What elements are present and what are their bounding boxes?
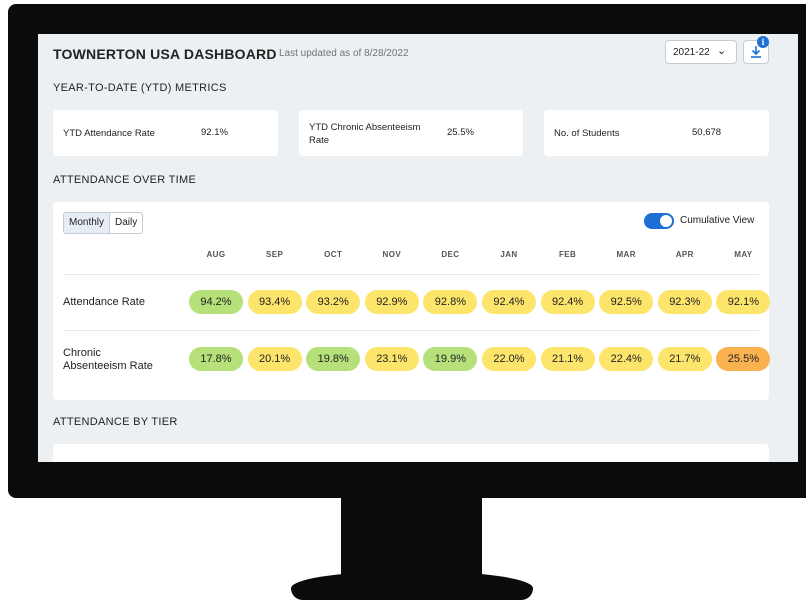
info-icon[interactable]: i xyxy=(757,36,769,48)
month-header-feb: FEB xyxy=(558,250,577,259)
ytd-attendance-value: 92.1% xyxy=(201,127,228,138)
chronic-absenteeism-pill-may: 25.5% xyxy=(716,347,771,371)
month-header-oct: OCT xyxy=(324,250,343,259)
chronic-absenteeism-pill-oct: 19.8% xyxy=(306,347,361,371)
month-header-nov: NOV xyxy=(382,250,402,259)
ytd-attendance-label: YTD Attendance Rate xyxy=(63,128,155,139)
month-header-mar: MAR xyxy=(616,250,636,259)
chevron-down-icon: ⌄ xyxy=(717,45,727,57)
ytd-chronic-label-line2: Rate xyxy=(309,135,330,146)
view-toggle: Monthly Daily xyxy=(63,212,144,234)
month-header-dec: DEC xyxy=(441,250,460,259)
month-header-sep: SEP xyxy=(265,250,284,259)
row-divider xyxy=(63,274,759,275)
switch-knob xyxy=(660,215,672,227)
chronic-label-line2: Absenteeism Rate xyxy=(63,360,153,372)
monitor-stand-neck xyxy=(341,497,482,579)
attendance-rate-label-text: Attendance Rate xyxy=(63,296,145,308)
chronic-absenteeism-pill-feb: 21.1% xyxy=(540,347,595,371)
attendance-rate-pill-mar: 92.5% xyxy=(599,290,654,314)
page-title: TOWNERTON USA DASHBOARD xyxy=(53,46,277,62)
chronic-absenteeism-pill-jan: 22.0% xyxy=(482,347,536,371)
last-updated-text: Last updated as of 8/28/2022 xyxy=(279,48,409,59)
attendance-rate-pill-feb: 92.4% xyxy=(540,290,595,314)
view-toggle-monthly[interactable]: Monthly xyxy=(64,213,111,233)
attendance-rate-pill-oct: 93.2% xyxy=(306,290,361,314)
chronic-absenteeism-label: Chronic Absenteeism Rate xyxy=(63,347,153,373)
attendance-by-tier-title: ATTENDANCE BY TIER xyxy=(53,416,178,428)
chronic-absenteeism-pill-aug: 17.8% xyxy=(189,347,243,371)
row-divider xyxy=(63,330,759,331)
ytd-attendance-card: YTD Attendance Rate 92.1% xyxy=(53,110,278,156)
view-toggle-daily[interactable]: Daily xyxy=(110,213,142,233)
chronic-label-line1: Chronic xyxy=(63,347,101,359)
month-header-jan: JAN xyxy=(500,250,518,259)
attendance-rate-pill-apr: 92.3% xyxy=(657,290,712,314)
month-header-may: MAY xyxy=(734,250,753,259)
ytd-chronic-label-line1: YTD Chronic Absenteeism xyxy=(309,122,421,133)
attendance-rate-pill-sep: 93.4% xyxy=(247,290,302,314)
attendance-over-time-title: ATTENDANCE OVER TIME xyxy=(53,174,197,186)
attendance-rate-pill-jan: 92.4% xyxy=(482,290,536,314)
attendance-rate-pill-nov: 92.9% xyxy=(364,290,419,314)
attendance-over-time-card: Monthly Daily Cumulative View AUG SEP OCT N… xyxy=(53,202,771,400)
ytd-section-title: YEAR-TO-DATE (YTD) METRICS xyxy=(53,82,227,94)
chronic-absenteeism-pill-sep: 20.1% xyxy=(247,347,302,371)
cumulative-view-switch[interactable] xyxy=(644,213,674,229)
cumulative-view-label: Cumulative View xyxy=(680,215,755,226)
ytd-chronic-value: 25.5% xyxy=(447,127,474,138)
ytd-chronic-card: YTD Chronic Absenteeism Rate 25.5% xyxy=(299,110,523,156)
chronic-absenteeism-pill-mar: 22.4% xyxy=(599,347,654,371)
student-count-card: No. of Students 50,678 xyxy=(544,110,769,156)
attendance-rate-pill-dec: 92.8% xyxy=(423,290,478,314)
school-year-select[interactable]: 2021-22 ⌄ xyxy=(665,40,737,64)
attendance-rate-label: Attendance Rate xyxy=(63,296,145,309)
attendance-rate-pill-aug: 94.2% xyxy=(189,290,243,314)
attendance-rate-pill-may: 92.1% xyxy=(716,290,771,314)
dashboard-screen: TOWNERTON USA DASHBOARD Last updated as … xyxy=(38,34,798,462)
chronic-absenteeism-pill-apr: 21.7% xyxy=(657,347,712,371)
month-header-apr: APR xyxy=(675,250,694,259)
month-header-aug: AUG xyxy=(206,250,226,259)
chronic-absenteeism-pill-dec: 19.9% xyxy=(423,347,478,371)
ytd-chronic-label: YTD Chronic Absenteeism Rate xyxy=(309,121,420,147)
student-count-value: 50,678 xyxy=(692,127,722,138)
school-year-value: 2021-22 xyxy=(673,47,710,58)
attendance-by-tier-card xyxy=(53,444,769,462)
chronic-absenteeism-pill-nov: 23.1% xyxy=(364,347,419,371)
student-count-label: No. of Students xyxy=(554,128,620,139)
monitor-stand-base xyxy=(291,572,533,600)
